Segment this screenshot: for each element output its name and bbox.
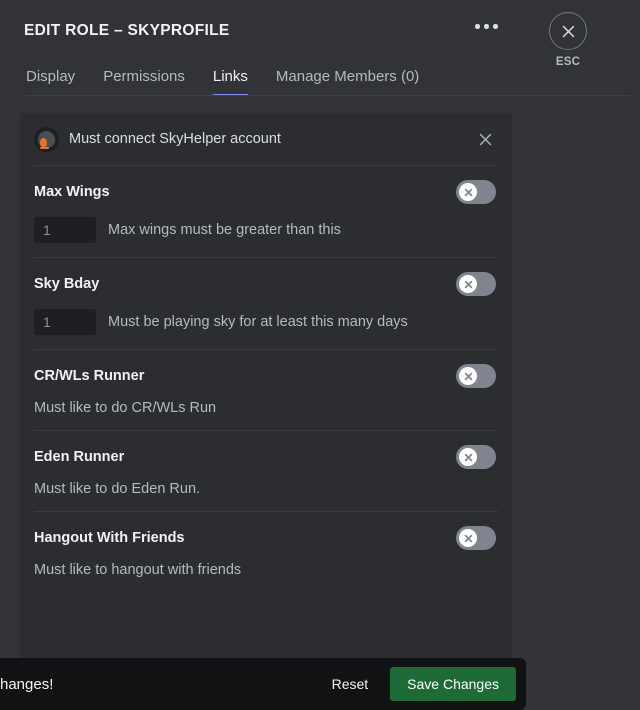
setting-label: Hangout With Friends xyxy=(34,530,185,546)
max-wings-input[interactable] xyxy=(34,217,96,243)
setting-row: CR/WLs Runner Must like to do CR/WLs Run xyxy=(20,350,512,430)
esc-close-button[interactable]: ESC xyxy=(546,12,590,68)
setting-hint: Must like to do Eden Run. xyxy=(34,481,201,497)
tab-bar-divider xyxy=(26,95,630,96)
toggle-knob xyxy=(459,367,477,385)
reset-button[interactable]: Reset xyxy=(318,668,383,700)
modal-header: EDIT ROLE – SKYPROFILE ESC Display Permi… xyxy=(0,0,640,96)
setting-label: CR/WLs Runner xyxy=(34,368,145,384)
title-row: EDIT ROLE – SKYPROFILE xyxy=(24,18,616,44)
toggle-knob xyxy=(459,275,477,293)
more-dot xyxy=(484,24,489,29)
setting-body: Max wings must be greater than this xyxy=(34,217,496,243)
setting-row: Sky Bday Must be playing sky for at leas… xyxy=(20,258,512,349)
tab-display[interactable]: Display xyxy=(26,68,75,96)
setting-row: Max Wings Max wings must be greater than… xyxy=(20,166,512,257)
toggle-knob xyxy=(459,183,477,201)
setting-header: Eden Runner xyxy=(34,445,496,469)
tab-permissions[interactable]: Permissions xyxy=(103,68,185,96)
toggle-off-x-icon[interactable] xyxy=(456,180,496,204)
unsaved-changes-bar: hanges! Reset Save Changes xyxy=(0,658,526,710)
setting-header: Sky Bday xyxy=(34,272,496,296)
avatar-beak-shape xyxy=(40,137,47,147)
toggle-off-x-icon[interactable] xyxy=(456,445,496,469)
toggle-knob xyxy=(459,529,477,547)
more-dot xyxy=(475,24,480,29)
setting-hint: Must like to hangout with friends xyxy=(34,562,242,578)
tab-manage-members[interactable]: Manage Members (0) xyxy=(276,68,419,96)
close-x-icon[interactable] xyxy=(474,128,496,150)
more-horizontal-icon[interactable] xyxy=(472,19,501,34)
setting-header: CR/WLs Runner xyxy=(34,364,496,388)
tab-links[interactable]: Links xyxy=(212,68,248,96)
setting-label: Sky Bday xyxy=(34,276,100,292)
setting-header: Hangout With Friends xyxy=(34,526,496,550)
setting-row: Eden Runner Must like to do Eden Run. xyxy=(20,431,512,511)
setting-hint: Must like to do CR/WLs Run xyxy=(34,400,217,416)
skyhelper-avatar-icon xyxy=(34,126,59,152)
setting-hint: Max wings must be greater than this xyxy=(108,222,341,238)
sky-bday-input[interactable] xyxy=(34,309,96,335)
unsaved-changes-message: hanges! xyxy=(0,675,54,693)
setting-label: Max Wings xyxy=(34,184,110,200)
page-title: EDIT ROLE – SKYPROFILE xyxy=(24,22,230,39)
setting-body: Must be playing sky for at least this ma… xyxy=(34,309,496,335)
save-changes-button[interactable]: Save Changes xyxy=(390,667,516,701)
toggle-off-x-icon[interactable] xyxy=(456,364,496,388)
toggle-off-x-icon[interactable] xyxy=(456,272,496,296)
setting-hint: Must be playing sky for at least this ma… xyxy=(108,314,408,330)
avatar-foot-shape xyxy=(40,146,49,149)
connect-account-text: Must connect SkyHelper account xyxy=(69,131,281,147)
connect-account-banner: Must connect SkyHelper account xyxy=(20,113,512,165)
toggle-knob xyxy=(459,448,477,466)
setting-header: Max Wings xyxy=(34,180,496,204)
close-x-icon xyxy=(549,12,587,50)
setting-label: Eden Runner xyxy=(34,449,125,465)
tab-bar: Display Permissions Links Manage Members… xyxy=(24,64,630,96)
more-dot xyxy=(493,24,498,29)
links-settings-card: Must connect SkyHelper account Max Wings… xyxy=(20,113,512,710)
toggle-off-x-icon[interactable] xyxy=(456,526,496,550)
setting-row: Hangout With Friends Must like to hangou… xyxy=(20,512,512,592)
